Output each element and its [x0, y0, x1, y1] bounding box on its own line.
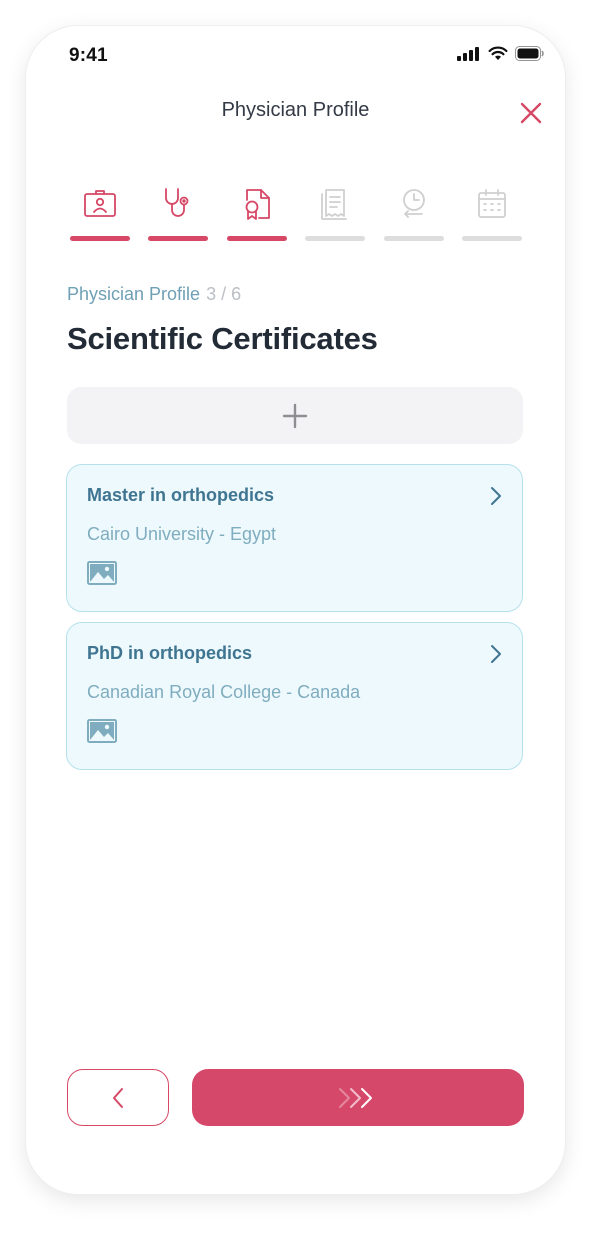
add-certificate-button[interactable] — [67, 387, 523, 444]
id-card-icon — [84, 190, 116, 217]
certificate-title: Master in orthopedics — [87, 485, 275, 505]
next-button[interactable] — [192, 1069, 524, 1126]
certificate-institution: Cairo University - Egypt — [87, 524, 277, 544]
progress-stepper — [70, 186, 522, 241]
step-certificates[interactable] — [226, 186, 287, 241]
wifi-icon — [488, 46, 508, 60]
receipt-icon — [321, 189, 348, 220]
certificate-title: PhD in orthopedics — [87, 643, 253, 663]
breadcrumb-section: Physician Profile — [67, 284, 201, 304]
step-working-hours[interactable] — [383, 186, 444, 241]
certificate-icon — [245, 189, 270, 220]
calendar-icon — [478, 189, 506, 218]
plus-icon — [282, 403, 308, 428]
page-title: Scientific Certificates — [67, 321, 378, 356]
status-bar: 9:41 — [26, 26, 565, 86]
certificate-card[interactable]: PhD in orthopedics Canadian Royal Colleg… — [66, 622, 523, 770]
chevron-right-icon — [491, 487, 501, 505]
image-icon[interactable] — [87, 719, 117, 743]
schedule-clock-icon — [402, 189, 425, 218]
breadcrumb-progress: 3 / 6 — [206, 284, 242, 304]
certificate-institution: Canadian Royal College - Canada — [87, 682, 361, 702]
step-bar — [226, 236, 287, 241]
triple-chevron-right-icon — [339, 1087, 372, 1108]
battery-icon — [515, 46, 544, 61]
step-bar — [383, 236, 444, 241]
step-bar — [148, 236, 209, 241]
step-calendar[interactable] — [461, 186, 522, 241]
close-icon[interactable] — [518, 100, 544, 126]
stethoscope-icon — [165, 188, 189, 217]
step-fees[interactable] — [305, 186, 366, 241]
phone-frame: 9:41 Physician Profile Physician Profile… — [26, 26, 565, 1194]
chevron-left-icon — [113, 1087, 123, 1108]
certificate-card[interactable]: Master in orthopedics Cairo University -… — [66, 464, 523, 612]
header-title: Physician Profile — [221, 99, 370, 121]
chevron-right-icon — [491, 645, 501, 663]
image-icon[interactable] — [87, 561, 117, 585]
step-bar — [70, 236, 130, 241]
status-time: 9:41 — [69, 45, 108, 66]
step-personal-info[interactable] — [70, 186, 130, 241]
breadcrumb: Physician Profile 3 / 6 — [67, 284, 241, 305]
status-icons — [457, 46, 545, 61]
step-specialty[interactable] — [148, 186, 209, 241]
signal-icon — [457, 46, 479, 61]
back-button[interactable] — [67, 1069, 169, 1126]
step-bar — [461, 236, 522, 241]
step-bar — [305, 236, 366, 241]
